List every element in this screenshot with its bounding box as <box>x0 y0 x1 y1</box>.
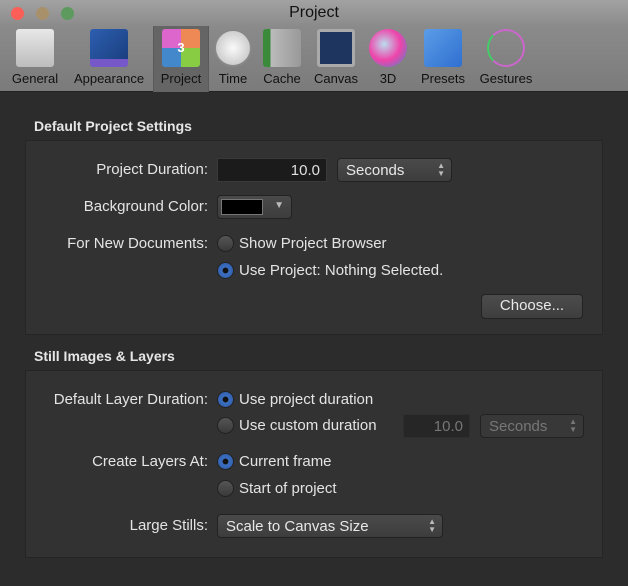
radio-icon <box>217 235 234 252</box>
popup-value: Scale to Canvas Size <box>226 518 369 535</box>
radio-icon <box>217 262 234 279</box>
radio-label: Use custom duration <box>239 417 377 434</box>
custom-duration-unit-popup[interactable]: Seconds ▲ ▼ <box>480 414 584 438</box>
chevron-down-icon: ▼ <box>274 200 284 211</box>
project-duration-field[interactable]: 10.0 <box>217 158 327 182</box>
background-color-well[interactable]: ▼ <box>217 195 292 219</box>
radio-label: Show Project Browser <box>239 235 387 252</box>
radio-icon <box>217 480 234 497</box>
duration-unit-popup[interactable]: Seconds ▲ ▼ <box>337 158 452 182</box>
custom-duration-field[interactable]: 10.0 <box>403 414 470 438</box>
tab-label: Gestures <box>479 71 533 86</box>
sphere-icon <box>369 29 407 67</box>
default-layer-duration-label: Default Layer Duration: <box>53 391 208 408</box>
tab-presets[interactable]: Presets <box>414 26 472 92</box>
radio-icon <box>217 391 234 408</box>
popup-value: Seconds <box>346 162 405 179</box>
radio-use-custom-duration[interactable]: Use custom duration <box>217 417 377 435</box>
tab-label: Time <box>218 71 248 86</box>
tab-time[interactable]: Time <box>212 26 254 92</box>
tab-label: 3D <box>379 71 397 86</box>
tab-cache[interactable]: Cache <box>258 26 306 92</box>
choose-button[interactable]: Choose... <box>481 294 583 319</box>
large-stills-popup[interactable]: Scale to Canvas Size ▲ ▼ <box>217 514 443 538</box>
radio-label: Use Project: Nothing Selected. <box>239 262 444 279</box>
tab-label: Presets <box>420 71 466 86</box>
stepper-arrows-icon: ▲ ▼ <box>437 161 445 178</box>
stepper-arrows-icon: ▲ ▼ <box>428 517 436 534</box>
tab-label: Appearance <box>73 71 145 86</box>
title-bar: Project General Appearance 3 Project Time… <box>0 0 628 92</box>
pen-icon <box>487 29 525 67</box>
project-countdown-icon: 3 <box>162 29 200 67</box>
tab-3d[interactable]: 3D <box>366 26 410 92</box>
radio-label: Current frame <box>239 453 332 470</box>
new-documents-label: For New Documents: <box>67 235 208 252</box>
tab-general[interactable]: General <box>8 26 62 92</box>
tab-gestures[interactable]: Gestures <box>474 26 538 92</box>
switch-icon <box>16 29 54 67</box>
project-duration-label: Project Duration: <box>96 161 208 178</box>
tab-label: Canvas <box>313 71 359 86</box>
radio-icon <box>217 453 234 470</box>
tab-label: Cache <box>263 71 301 86</box>
tab-label: Project <box>160 71 202 86</box>
radio-label: Use project duration <box>239 391 374 408</box>
popup-value: Seconds <box>489 418 548 435</box>
tab-appearance[interactable]: Appearance <box>68 26 150 92</box>
tab-label: General <box>11 71 59 86</box>
tab-canvas[interactable]: Canvas <box>309 26 363 92</box>
canvas-icon <box>317 29 355 67</box>
radio-use-project-duration[interactable]: Use project duration <box>217 391 373 409</box>
radio-show-project-browser[interactable]: Show Project Browser <box>217 235 387 253</box>
background-color-label: Background Color: <box>83 198 208 215</box>
radio-label: Start of project <box>239 480 337 497</box>
large-stills-label: Large Stills: <box>129 517 208 534</box>
color-swatch <box>221 199 263 215</box>
radio-icon <box>217 417 234 434</box>
radio-start-of-project[interactable]: Start of project <box>217 480 337 498</box>
window-title: Project <box>289 4 339 21</box>
section-heading-defaults: Default Project Settings <box>34 118 192 134</box>
hard-drive-icon <box>263 29 301 67</box>
stopwatch-icon <box>214 29 252 67</box>
stepper-arrows-icon: ▲ ▼ <box>569 417 577 434</box>
presets-icon <box>424 29 462 67</box>
tab-project[interactable]: 3 Project <box>153 26 209 92</box>
appearance-icon <box>90 29 128 67</box>
radio-use-project[interactable]: Use Project: Nothing Selected. <box>217 262 443 280</box>
create-layers-label: Create Layers At: <box>92 453 208 470</box>
section-heading-stills: Still Images & Layers <box>34 348 175 364</box>
radio-current-frame[interactable]: Current frame <box>217 453 332 471</box>
